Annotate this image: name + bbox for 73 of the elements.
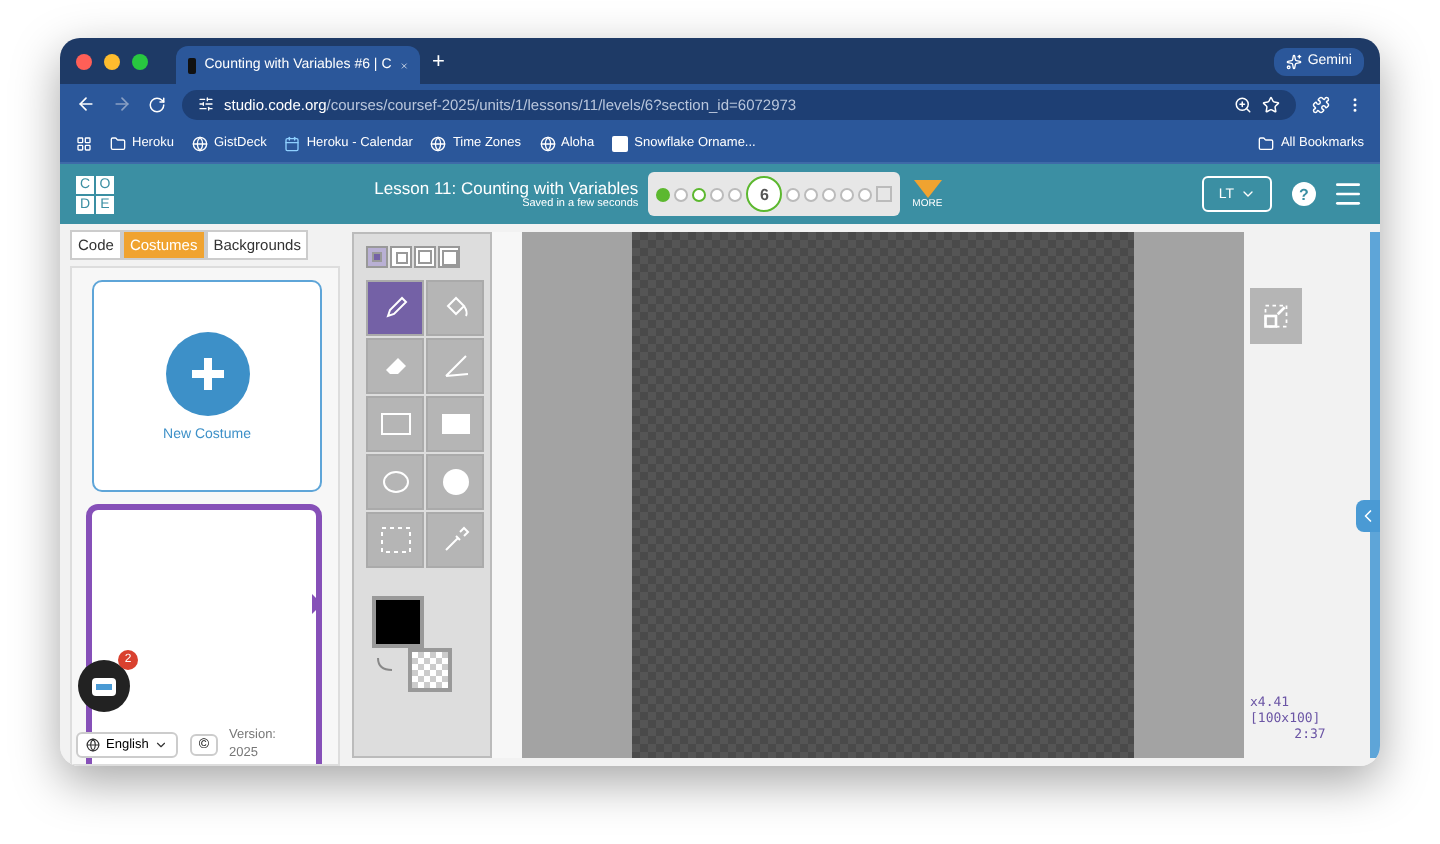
globe-icon: [539, 135, 556, 151]
tool-button[interactable]: [366, 512, 424, 568]
site-settings-icon: [198, 96, 214, 112]
rectangle-icon: [379, 412, 411, 436]
menu-icon: [1332, 178, 1364, 210]
star-icon: [1262, 95, 1280, 113]
level-dot[interactable]: [786, 187, 801, 201]
level-dot[interactable]: [692, 187, 707, 201]
fill-color-swatch[interactable]: [408, 648, 452, 692]
level-dot[interactable]: [728, 187, 743, 201]
tool-button[interactable]: [366, 454, 424, 510]
close-icon: [399, 57, 408, 73]
brush-size-button[interactable]: [438, 246, 460, 268]
ellipse-icon: [381, 470, 409, 494]
minimize-window-icon[interactable]: [104, 53, 120, 69]
help-button[interactable]: ?: [1292, 182, 1316, 206]
stroke-color-swatch[interactable]: [372, 596, 424, 648]
tool-button[interactable]: [426, 338, 484, 394]
favicon-icon: [188, 57, 197, 73]
forward-icon: [112, 94, 132, 114]
plus-icon: [165, 331, 249, 415]
zoom-icon: [1234, 95, 1252, 113]
globe-icon: [86, 738, 100, 753]
brush-size-button[interactable]: [366, 246, 388, 268]
folder-icon: [1258, 135, 1275, 151]
globe-icon: [191, 135, 208, 151]
level-dot[interactable]: [804, 187, 819, 201]
tool-button[interactable]: [366, 396, 424, 452]
app-icon: [612, 135, 629, 151]
tool-button[interactable]: [366, 338, 424, 394]
tool-button[interactable]: [426, 280, 484, 336]
tool-button[interactable]: [426, 396, 484, 452]
brush-size-button[interactable]: [390, 246, 412, 268]
reload-icon: [148, 95, 166, 113]
calendar-icon: [284, 135, 301, 151]
eraser-icon: [381, 352, 409, 380]
eyedropper-icon: [441, 526, 469, 554]
apps-grid-icon: [76, 135, 92, 151]
tool-button[interactable]: [366, 280, 424, 336]
level-dot[interactable]: [674, 187, 689, 201]
brush-size-button[interactable]: [414, 246, 436, 268]
circle-icon: [441, 468, 469, 496]
flag-icon[interactable]: [876, 186, 893, 202]
maximize-window-icon[interactable]: [132, 53, 148, 69]
chevron-down-icon: [154, 738, 169, 753]
filled-rectangle-icon: [439, 412, 471, 436]
folder-icon: [110, 135, 126, 151]
tool-button[interactable]: [426, 454, 484, 510]
globe-icon: [430, 135, 447, 151]
collapse-button[interactable]: [1356, 500, 1380, 532]
costume-card[interactable]: [86, 504, 322, 764]
paint-bucket-icon: [441, 294, 469, 322]
chevron-down-icon: [1240, 186, 1256, 202]
level-dot[interactable]: [710, 187, 725, 201]
current-level-bubble[interactable]: 6: [746, 176, 783, 212]
level-dot[interactable]: [822, 187, 837, 201]
level-dot[interactable]: [840, 187, 855, 201]
level-dot[interactable]: [656, 187, 671, 201]
line-tool-icon: [441, 352, 469, 380]
lesson-title: Lesson 11: Counting with Variables: [374, 178, 639, 198]
pencil-icon: [381, 294, 409, 322]
sparkle-icon: [1285, 53, 1302, 69]
tool-button[interactable]: [426, 512, 484, 568]
new-tab-button[interactable]: +: [432, 49, 445, 73]
extension-icon: [1312, 95, 1330, 113]
level-dot[interactable]: [858, 187, 873, 201]
triangle-down-icon: [913, 179, 942, 197]
resize-icon: [1262, 300, 1290, 332]
selection-icon: [379, 526, 411, 554]
back-icon: [76, 94, 96, 114]
resize-button[interactable]: [1250, 288, 1302, 344]
drawing-canvas[interactable]: [632, 232, 1134, 758]
close-window-icon[interactable]: [76, 53, 92, 69]
